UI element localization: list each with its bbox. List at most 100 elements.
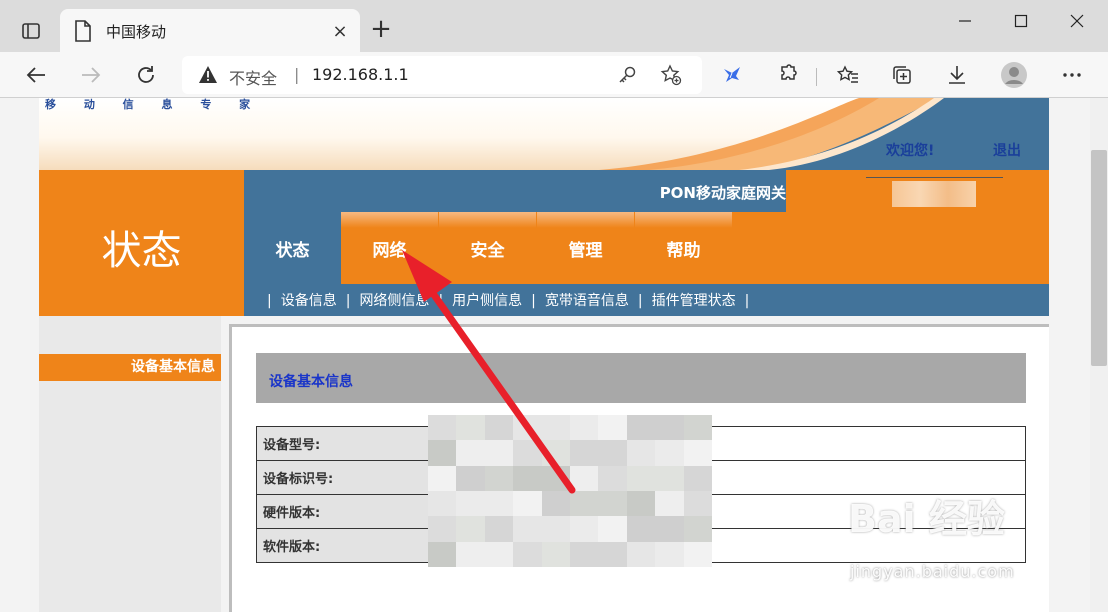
mosaic-cell (569, 440, 599, 466)
gateway-title: PON移动家庭网关 (659, 184, 786, 202)
forward-icon[interactable] (76, 60, 106, 90)
mosaic-cell (683, 541, 712, 567)
close-window-icon[interactable] (1054, 6, 1100, 36)
close-tab-icon[interactable]: × (328, 19, 352, 43)
mosaic-cell (683, 415, 712, 441)
minimize-icon[interactable] (942, 6, 988, 36)
mosaic-cell (484, 516, 514, 542)
redaction-mosaic (428, 415, 712, 567)
mosaic-cell (428, 465, 457, 491)
sub-nav: | 设备信息 | 网络侧信息 | 用户侧信息 | 宽带语音信息 | 插件管理状态 | (244, 284, 1049, 316)
mosaic-cell (626, 440, 656, 466)
tab-actions-icon[interactable] (20, 20, 42, 42)
row-label-hardware: 硬件版本: (256, 494, 429, 529)
extensions-icon[interactable] (772, 60, 802, 90)
toolbar-divider (816, 68, 817, 86)
section-title: 状态 (101, 228, 182, 274)
mosaic-cell (484, 415, 514, 441)
mosaic-cell (655, 440, 684, 466)
subnav-plugin-status[interactable]: 插件管理状态 (652, 293, 736, 309)
subnav-device-info[interactable]: 设备信息 (281, 293, 337, 309)
mosaic-cell (428, 516, 457, 542)
row-label-device-id: 设备标识号: (256, 460, 429, 495)
banner-slogan: 移 动 信 息 专 家 (45, 98, 253, 111)
page-scrollbar[interactable] (1090, 98, 1108, 612)
mosaic-cell (456, 491, 485, 517)
mosaic-cell (513, 516, 542, 542)
banner: 移 动 信 息 专 家 欢迎您! 退出 (39, 98, 1049, 170)
browser-toolbar: 不安全 | 192.168.1.1 (0, 52, 1108, 98)
nav-tab-security[interactable]: 安全 (439, 212, 536, 284)
add-favorite-icon[interactable] (658, 62, 684, 88)
mosaic-cell (683, 491, 712, 517)
mosaic-cell (626, 516, 656, 542)
url-text[interactable]: 192.168.1.1 (312, 65, 409, 84)
mosaic-cell (428, 440, 457, 466)
subnav-network-info[interactable]: 网络侧信息 (359, 293, 429, 309)
mosaic-cell (541, 516, 570, 542)
mosaic-cell (484, 491, 514, 517)
mosaic-cell (598, 491, 627, 517)
new-tab-button[interactable]: + (368, 14, 394, 44)
warning-icon[interactable] (198, 65, 218, 88)
mosaic-cell (484, 541, 514, 567)
collections-icon[interactable] (887, 60, 917, 90)
mosaic-cell (456, 541, 485, 567)
mosaic-cell (456, 440, 485, 466)
downloads-icon[interactable] (942, 60, 972, 90)
mosaic-cell (598, 541, 627, 567)
mosaic-cell (569, 465, 599, 491)
welcome-link[interactable]: 欢迎您! (886, 140, 934, 160)
mosaic-cell (541, 415, 570, 441)
mosaic-cell (428, 415, 457, 441)
more-menu-icon[interactable] (1057, 60, 1087, 90)
baidu-watermark: Bai 经验 jingyan.baidu.com (848, 488, 1048, 588)
subnav-user-info[interactable]: 用户侧信息 (452, 293, 522, 309)
nav-tab-management[interactable]: 管理 (537, 212, 634, 284)
mosaic-cell (683, 516, 712, 542)
mosaic-cell (456, 415, 485, 441)
browser-tab[interactable]: 中国移动 × (60, 9, 360, 52)
logout-link[interactable]: 退出 (993, 140, 1021, 160)
nav-tab-status[interactable]: 状态 (244, 212, 341, 284)
extension-bird-icon[interactable] (717, 60, 747, 90)
watermark-site: jingyan.baidu.com (850, 562, 1015, 581)
security-label[interactable]: 不安全 (229, 65, 277, 89)
mosaic-cell (569, 491, 599, 517)
section-header: 设备基本信息 (256, 353, 1026, 403)
mosaic-cell (598, 440, 627, 466)
mosaic-cell (598, 516, 627, 542)
mosaic-cell (513, 415, 542, 441)
device-info-header (786, 170, 1049, 284)
mosaic-cell (655, 465, 684, 491)
gateway-bar: PON移动家庭网关 (244, 170, 786, 212)
mosaic-cell (513, 465, 542, 491)
mosaic-cell (513, 440, 542, 466)
mosaic-cell (541, 491, 570, 517)
mosaic-cell (456, 465, 485, 491)
address-bar[interactable]: 不安全 | 192.168.1.1 (182, 56, 702, 94)
nav-tab-help[interactable]: 帮助 (635, 212, 732, 284)
back-icon[interactable] (21, 60, 51, 90)
mosaic-cell (513, 491, 542, 517)
favorites-icon[interactable] (833, 60, 863, 90)
profile-avatar-icon[interactable] (999, 60, 1029, 90)
nav-tab-network[interactable]: 网络 (341, 212, 438, 284)
mosaic-cell (655, 415, 684, 441)
mosaic-cell (569, 541, 599, 567)
mosaic-cell (428, 541, 457, 567)
mosaic-cell (513, 541, 542, 567)
mosaic-cell (428, 491, 457, 517)
section-header-title: 设备基本信息 (269, 374, 353, 390)
address-separator: | (294, 65, 300, 84)
subnav-voice-info[interactable]: 宽带语音信息 (545, 293, 629, 309)
refresh-icon[interactable] (131, 60, 161, 90)
mosaic-cell (626, 491, 656, 517)
watermark-logo: Bai 经验 (848, 497, 1005, 541)
sidebar-item-device-basic-info[interactable]: 设备基本信息 (39, 354, 221, 381)
scrollbar-thumb[interactable] (1091, 150, 1107, 366)
header-divider (866, 177, 1003, 178)
mosaic-cell (626, 465, 656, 491)
password-key-icon[interactable] (614, 62, 640, 88)
maximize-icon[interactable] (998, 6, 1044, 36)
